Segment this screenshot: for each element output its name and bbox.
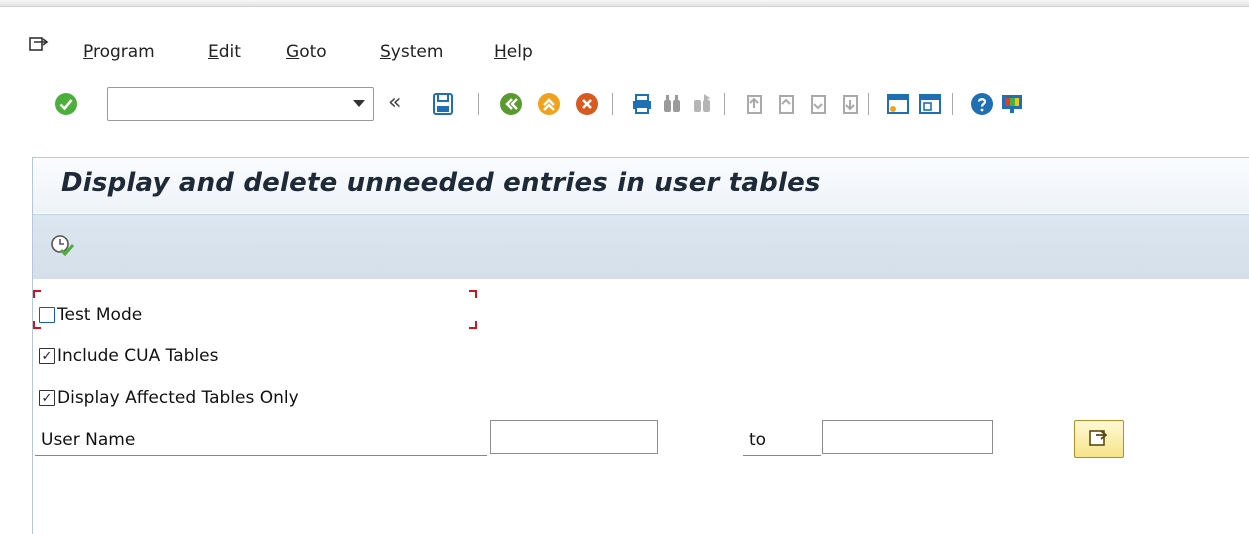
back-icon[interactable] (497, 84, 525, 124)
range-to-label: to (749, 430, 767, 450)
chevron-down-icon[interactable] (353, 100, 365, 107)
find-icon[interactable] (658, 84, 686, 124)
standard-toolbar: « (0, 84, 1249, 128)
multiple-selection-icon (1087, 426, 1111, 452)
application-toolbar (33, 214, 1249, 279)
menu-goto[interactable]: Goto (286, 42, 327, 62)
required-marker (469, 321, 477, 329)
test-mode-label: Test Mode (57, 305, 143, 325)
first-page-icon[interactable] (740, 84, 768, 124)
menu-edit[interactable]: Edit (208, 42, 241, 62)
display-affected-only-label: Display Affected Tables Only (57, 388, 299, 408)
menu-help[interactable]: Help (494, 42, 533, 62)
previous-page-icon[interactable] (772, 84, 800, 124)
save-icon[interactable] (429, 84, 457, 124)
create-session-icon[interactable] (884, 84, 912, 124)
help-icon[interactable] (968, 84, 996, 124)
user-name-to-field[interactable] (822, 420, 993, 454)
find-next-icon[interactable] (688, 84, 716, 124)
menu-program[interactable]: Program (83, 42, 155, 62)
title-bar: Display and delete unneeded entries in u… (33, 158, 1249, 213)
command-field[interactable] (107, 87, 374, 121)
display-affected-only-checkbox[interactable]: ✓ Display Affected Tables Only (39, 388, 299, 408)
cancel-icon[interactable] (573, 84, 601, 124)
menu-system[interactable]: System (380, 42, 443, 62)
toolbar-separator (868, 93, 869, 115)
user-name-from-input[interactable] (495, 423, 649, 453)
toolbar-separator (612, 93, 613, 115)
checkbox-box[interactable]: ✓ (39, 390, 55, 406)
next-page-icon[interactable] (804, 84, 832, 124)
command-input[interactable] (112, 88, 346, 120)
toolbar-separator (724, 93, 725, 115)
user-name-label: User Name (41, 430, 136, 450)
enter-icon[interactable] (52, 84, 80, 124)
screen-header: Display and delete unneeded entries in u… (32, 157, 1249, 279)
toolbar-separator (952, 93, 953, 115)
system-menu-icon[interactable] (28, 35, 50, 55)
multiple-selection-button[interactable] (1074, 420, 1124, 458)
user-name-from-field[interactable] (490, 420, 658, 454)
user-name-to-input[interactable] (827, 423, 984, 453)
label-underline (35, 455, 487, 456)
label-underline (743, 455, 821, 456)
collapse-command-icon[interactable]: « (388, 90, 401, 115)
page-title: Display and delete unneeded entries in u… (61, 168, 821, 198)
required-marker (469, 290, 477, 298)
execute-icon[interactable] (49, 233, 75, 259)
test-mode-checkbox[interactable]: Test Mode (39, 305, 142, 325)
checkbox-box[interactable]: ✓ (39, 348, 55, 364)
shortcut-icon[interactable] (916, 84, 944, 124)
toolbar-separator (478, 93, 479, 115)
include-cua-tables-label: Include CUA Tables (57, 346, 219, 366)
required-marker (33, 290, 41, 298)
print-icon[interactable] (628, 84, 656, 124)
window-top-edge (0, 0, 1249, 7)
checkbox-box[interactable] (39, 307, 55, 323)
menu-bar: Program Edit Goto System Help (0, 28, 1249, 68)
exit-icon[interactable] (535, 84, 563, 124)
include-cua-tables-checkbox[interactable]: ✓ Include CUA Tables (39, 346, 218, 366)
customize-layout-icon[interactable] (998, 84, 1026, 124)
last-page-icon[interactable] (836, 84, 864, 124)
selection-screen: Test Mode ✓ Include CUA Tables ✓ Display… (32, 278, 1249, 534)
